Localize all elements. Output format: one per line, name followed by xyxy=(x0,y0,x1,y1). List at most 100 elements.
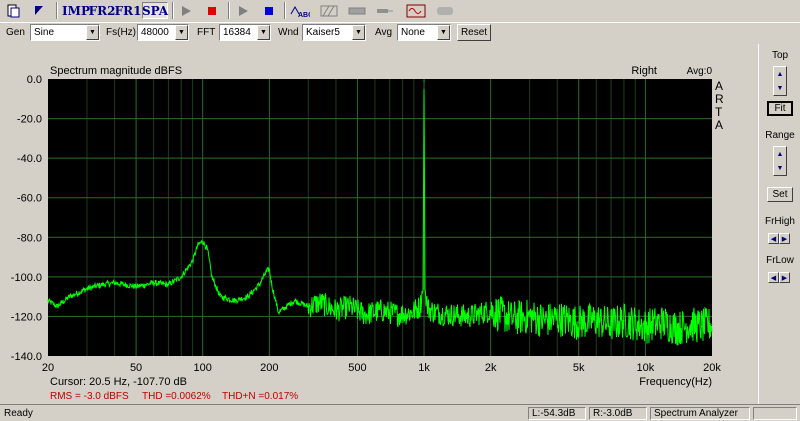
spectrum-point xyxy=(47,300,49,302)
spectrum-point xyxy=(423,80,425,82)
x-tick-label: 20 xyxy=(42,362,54,374)
spectrum-point xyxy=(167,284,170,286)
arrow-left-icon[interactable]: ◀ xyxy=(768,272,779,283)
chevron-down-icon[interactable]: ▼ xyxy=(86,25,99,40)
top-spinner[interactable]: ▲ ▼ xyxy=(773,66,787,96)
arrow-right-icon[interactable]: ▶ xyxy=(779,272,790,283)
arrow-left-icon[interactable]: ◀ xyxy=(768,233,779,244)
open-arrow-icon xyxy=(35,5,43,15)
reset-button[interactable]: Reset xyxy=(457,24,491,41)
stop-button[interactable] xyxy=(203,2,221,19)
fr2-label: FR2 xyxy=(88,3,116,18)
chevron-down-icon[interactable]: ▼ xyxy=(175,25,188,40)
arrow-right-icon[interactable]: ▶ xyxy=(779,233,790,244)
window-select[interactable]: Kaiser5 ▼ xyxy=(302,24,366,41)
abc-button[interactable]: ABC xyxy=(289,2,311,19)
spectrum-point xyxy=(578,321,580,323)
probe-icon xyxy=(377,8,393,13)
y-tick-label: -140.0 xyxy=(11,351,42,363)
frlow-spinner[interactable]: ◀ ▶ xyxy=(768,272,790,283)
spectrum-point xyxy=(307,305,309,308)
averaging-value: None xyxy=(401,27,425,38)
open-button[interactable] xyxy=(30,2,48,19)
spectrum-point xyxy=(197,244,199,246)
spectrum-point xyxy=(427,307,429,310)
spectrum-point xyxy=(448,313,450,316)
imp-button[interactable]: IMP xyxy=(62,2,90,19)
averaging-select[interactable]: None ▼ xyxy=(397,24,451,41)
samplerate-value: 48000 xyxy=(141,27,169,38)
record-play-button[interactable] xyxy=(234,2,252,19)
range-spinner[interactable]: ▲ ▼ xyxy=(773,146,787,176)
spectrum-point xyxy=(135,286,137,288)
spectrum-point xyxy=(468,315,470,318)
spectrum-point xyxy=(219,296,221,298)
cursor-readout: Cursor: 20.5 Hz, -107.70 dB xyxy=(50,376,187,388)
spectrum-point xyxy=(271,284,273,286)
status-bar: Ready L:-54.3dB R:-3.0dB Spectrum Analyz… xyxy=(0,404,800,421)
generator-select[interactable]: Sine ▼ xyxy=(30,24,100,41)
chevron-down-icon[interactable]: ▼ xyxy=(352,25,365,40)
range-label: Range xyxy=(765,130,795,141)
generator-value: Sine xyxy=(34,27,55,38)
oscilloscope-button[interactable] xyxy=(404,2,428,19)
spectrum-point xyxy=(623,319,625,321)
spectrum-point xyxy=(644,325,646,327)
chevron-down-icon[interactable]: ▼ xyxy=(437,25,450,40)
spectrum-point xyxy=(689,323,692,325)
right-level-pane: R:-3.0dB xyxy=(589,407,647,420)
fft-size-value: 16384 xyxy=(223,27,251,38)
spectrum-point xyxy=(543,319,546,321)
stop-icon xyxy=(265,6,273,15)
spectrum-point xyxy=(434,311,436,314)
fs-label: Fs(Hz) xyxy=(106,27,136,38)
x-tick-label: 50 xyxy=(130,362,142,374)
rounded-box-icon xyxy=(437,6,453,15)
thd-readout: THD =0.0062% xyxy=(142,391,211,402)
spectrum-point xyxy=(711,323,713,325)
spectrum-point xyxy=(511,317,513,320)
arrow-down-icon[interactable]: ▼ xyxy=(777,85,784,92)
spectrum-point xyxy=(490,309,492,312)
spectrum-point xyxy=(610,323,612,325)
frhigh-spinner[interactable]: ◀ ▶ xyxy=(768,233,790,244)
arrow-up-icon[interactable]: ▲ xyxy=(777,71,784,78)
spectrum-point xyxy=(56,305,58,308)
spectrum-point xyxy=(180,276,182,278)
play-icon xyxy=(239,5,248,16)
generator-button[interactable] xyxy=(346,2,368,19)
spa-button[interactable]: SPA xyxy=(142,2,168,19)
spectrum-chart[interactable]: 0.0 -20.0 -40.0 -60.0 -80.0 -100.0 -120.0 -140.… xyxy=(0,44,758,404)
spectrum-point xyxy=(380,309,382,312)
samplerate-select[interactable]: 48000 ▼ xyxy=(137,24,189,41)
display-button[interactable] xyxy=(434,2,456,19)
new-file-button[interactable] xyxy=(4,2,22,19)
rms-readout: RMS = -3.0 dBFS xyxy=(50,391,129,402)
x-tick-label: 20k xyxy=(703,362,721,374)
spectrum-point xyxy=(348,305,350,308)
probe-button[interactable] xyxy=(374,2,396,19)
spectrum-point xyxy=(662,321,664,323)
chevron-down-icon[interactable]: ▼ xyxy=(257,25,270,40)
spectrum-point xyxy=(247,296,249,298)
arrow-down-icon[interactable]: ▼ xyxy=(777,165,784,172)
spectrum-point xyxy=(114,282,116,284)
frlow-label: FrLow xyxy=(766,255,794,266)
set-button[interactable]: Set xyxy=(767,187,793,202)
spectrum-point xyxy=(419,305,421,308)
avg-label: Avg xyxy=(375,27,393,38)
fr2-button[interactable]: FR2 xyxy=(88,2,116,19)
arrow-up-icon[interactable]: ▲ xyxy=(777,151,784,158)
fr1-button[interactable]: FR1 xyxy=(115,2,142,19)
fft-size-select[interactable]: 16384 ▼ xyxy=(219,24,271,41)
play-icon xyxy=(182,5,191,16)
spectrum-point xyxy=(153,282,155,284)
record-stop-button[interactable] xyxy=(260,2,278,19)
filter-button[interactable] xyxy=(318,2,340,19)
spectrum-point xyxy=(397,313,399,316)
waveform-icon xyxy=(406,4,426,17)
play-button[interactable] xyxy=(177,2,195,19)
extra-pane xyxy=(753,407,797,420)
fit-button[interactable]: Fit xyxy=(767,101,793,116)
spectrum-point xyxy=(266,270,268,272)
